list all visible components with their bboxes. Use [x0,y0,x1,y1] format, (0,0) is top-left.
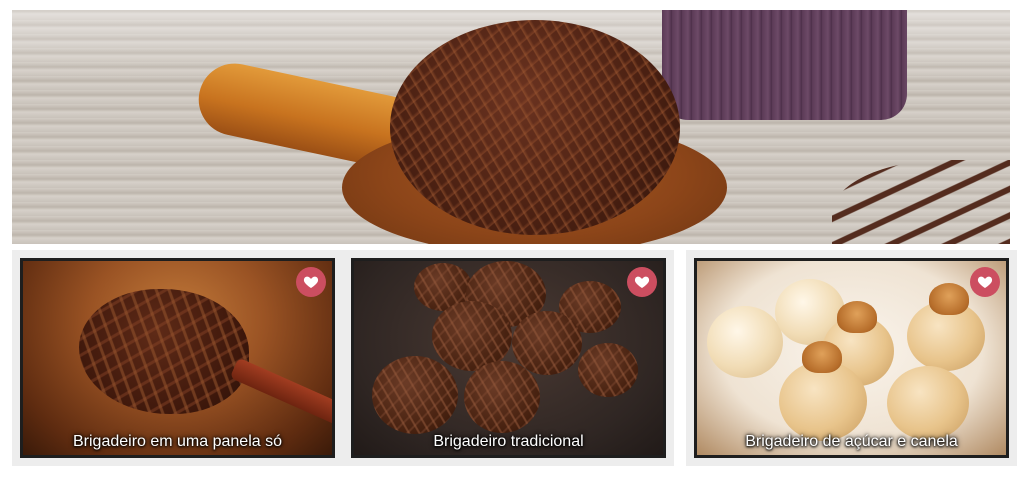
cinnamon-sweet [887,366,969,440]
recipe-title[interactable]: Brigadeiro de açúcar e canela [697,433,1006,451]
recipe-card-frame[interactable]: Brigadeiro de açúcar e canela [694,258,1009,458]
cream-swirl [929,283,969,315]
brigadeiro-ball [512,311,582,375]
cupcake-liner [662,10,907,120]
heart-icon [303,276,319,288]
heart-icon [977,276,993,288]
recipe-card-frame[interactable]: Brigadeiro em uma panela só [20,258,335,458]
cream-swirl [802,341,842,373]
chocolate-sprinkles [832,160,1010,244]
heart-icon [634,276,650,288]
recipe-card[interactable]: Brigadeiro em uma panela só [12,250,343,466]
coconut-sweet [707,306,783,378]
recipe-photo[interactable] [354,261,663,455]
recipe-card-frame[interactable]: Brigadeiro tradicional [351,258,666,458]
brigadeiro-ball [464,361,540,433]
recipe-card[interactable]: Brigadeiro de açúcar e canela [686,250,1017,466]
recipe-title[interactable]: Brigadeiro tradicional [354,433,663,451]
recipe-photo[interactable] [23,261,332,455]
favorite-button[interactable] [296,267,326,297]
brigadeiro-ball [578,343,638,397]
recipe-title[interactable]: Brigadeiro em uma panela só [23,433,332,451]
hero-image [12,10,1010,244]
favorite-button[interactable] [970,267,1000,297]
favorite-button[interactable] [627,267,657,297]
recipe-card[interactable]: Brigadeiro tradicional [343,250,674,466]
brigadeiro-ball [372,356,458,434]
brigadeiro-blob [79,289,249,414]
spoon-handle [229,357,332,427]
brigadeiro-truffle [390,20,680,235]
cream-swirl [837,301,877,333]
cinnamon-sweet [779,361,867,441]
recipe-photo[interactable] [697,261,1006,455]
